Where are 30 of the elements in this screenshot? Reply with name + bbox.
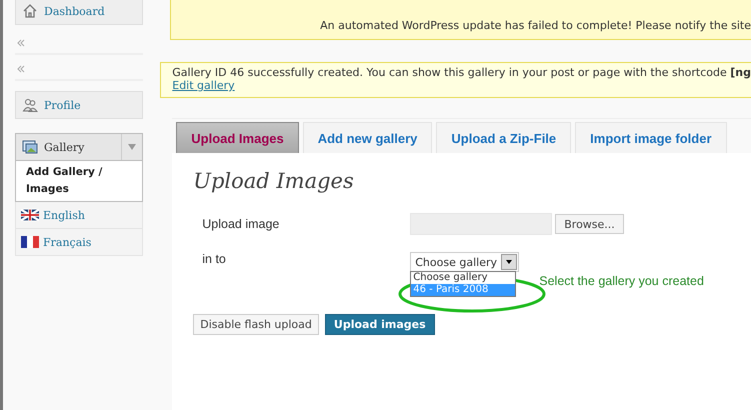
- flag-icon: [21, 209, 39, 221]
- page-heading: Upload Images: [193, 169, 355, 193]
- browse-button[interactable]: Browse...: [555, 214, 624, 234]
- gallery-dropdown[interactable]: Choose gallery: [410, 252, 520, 272]
- dropdown-option[interactable]: Choose gallery: [411, 272, 516, 284]
- update-notice: An automated WordPress update has failed to complete! Please notify the site: [170, 0, 751, 40]
- menu-item[interactable]: Profile: [15, 91, 144, 119]
- language-item[interactable]: Français: [15, 229, 144, 256]
- collapse-arrow-icon[interactable]: [17, 65, 25, 73]
- field-label: in to: [201, 252, 227, 266]
- tab[interactable]: Upload Images: [176, 122, 299, 153]
- language-item[interactable]: English: [15, 202, 144, 229]
- field-label: Upload image: [201, 217, 280, 231]
- picture-icon: [22, 139, 38, 155]
- tab[interactable]: Upload a Zip-File: [436, 122, 572, 153]
- edit-gallery-link[interactable]: Edit gallery: [172, 79, 235, 92]
- annotation-text: Select the gallery you created: [539, 274, 704, 288]
- form-button[interactable]: Disable flash upload: [193, 314, 319, 335]
- file-field[interactable]: [410, 213, 552, 235]
- dropdown-option[interactable]: 46 - Paris 2008: [411, 284, 516, 296]
- tab[interactable]: Import image folder: [575, 122, 727, 153]
- submenu-item[interactable]: Add Gallery / Images: [16, 161, 142, 201]
- form-button[interactable]: Upload images: [324, 314, 435, 335]
- people-icon: [22, 97, 38, 113]
- menu-item[interactable]: Dashboard: [15, 0, 144, 25]
- collapse-arrow-icon[interactable]: [17, 39, 25, 47]
- house-icon: [22, 3, 38, 19]
- tab[interactable]: Add new gallery: [302, 122, 432, 153]
- flag-icon: [21, 236, 39, 248]
- success-message: Gallery ID 46 successfully created. You can show this gallery in your post or page with the shortcode [ng: [172, 66, 751, 79]
